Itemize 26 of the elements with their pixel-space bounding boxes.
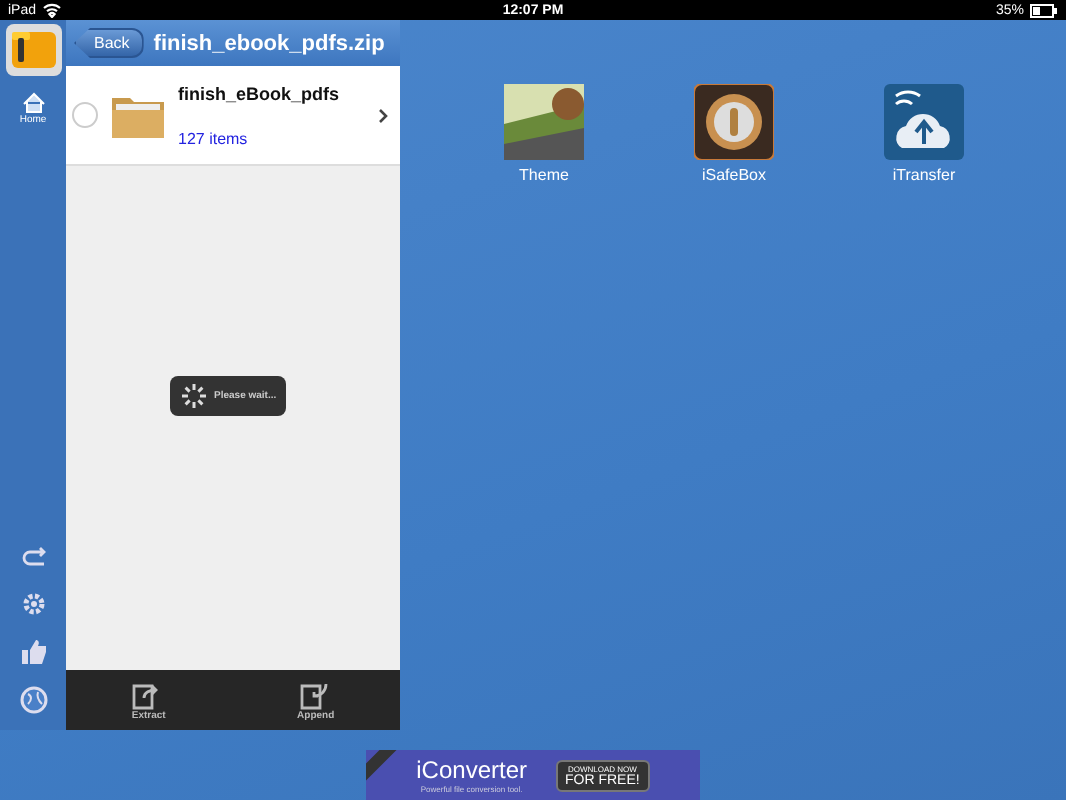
safe-dial-icon — [694, 84, 774, 160]
app-label: iTransfer — [892, 166, 956, 184]
ad-title: iConverter — [416, 756, 527, 784]
thumbs-up-icon[interactable] — [19, 638, 47, 666]
spinner-icon — [180, 382, 208, 410]
folder-app-icon[interactable] — [5, 24, 61, 76]
battery-icon — [1029, 3, 1058, 17]
cloud-upload-icon — [884, 84, 964, 160]
share-arrow-icon[interactable] — [19, 546, 47, 570]
settings-icon[interactable] — [19, 590, 47, 618]
folder-name: finish_eBook_pdfs — [178, 83, 342, 103]
house-icon — [21, 92, 45, 114]
box-arrow-in-icon — [299, 679, 332, 709]
app-label: iSafeBox — [701, 166, 767, 184]
app-shortcut[interactable]: iTransfer — [884, 84, 964, 184]
back-button[interactable]: Back — [74, 28, 144, 58]
plant-picture-icon — [504, 84, 584, 160]
app-shortcut[interactable]: Theme — [504, 84, 584, 184]
globe-icon[interactable] — [19, 686, 47, 714]
wifi-icon — [42, 2, 63, 18]
folder-row[interactable]: finish_eBook_pdfs 127 items — [66, 66, 400, 166]
app-label: Theme — [519, 166, 569, 184]
item-count: 127 items — [178, 129, 250, 147]
app-shortcut[interactable]: iSafeBox — [694, 84, 774, 184]
chevron-icon — [378, 107, 388, 123]
panel-title: finish_ebook_pdfs.zip — [153, 31, 385, 55]
